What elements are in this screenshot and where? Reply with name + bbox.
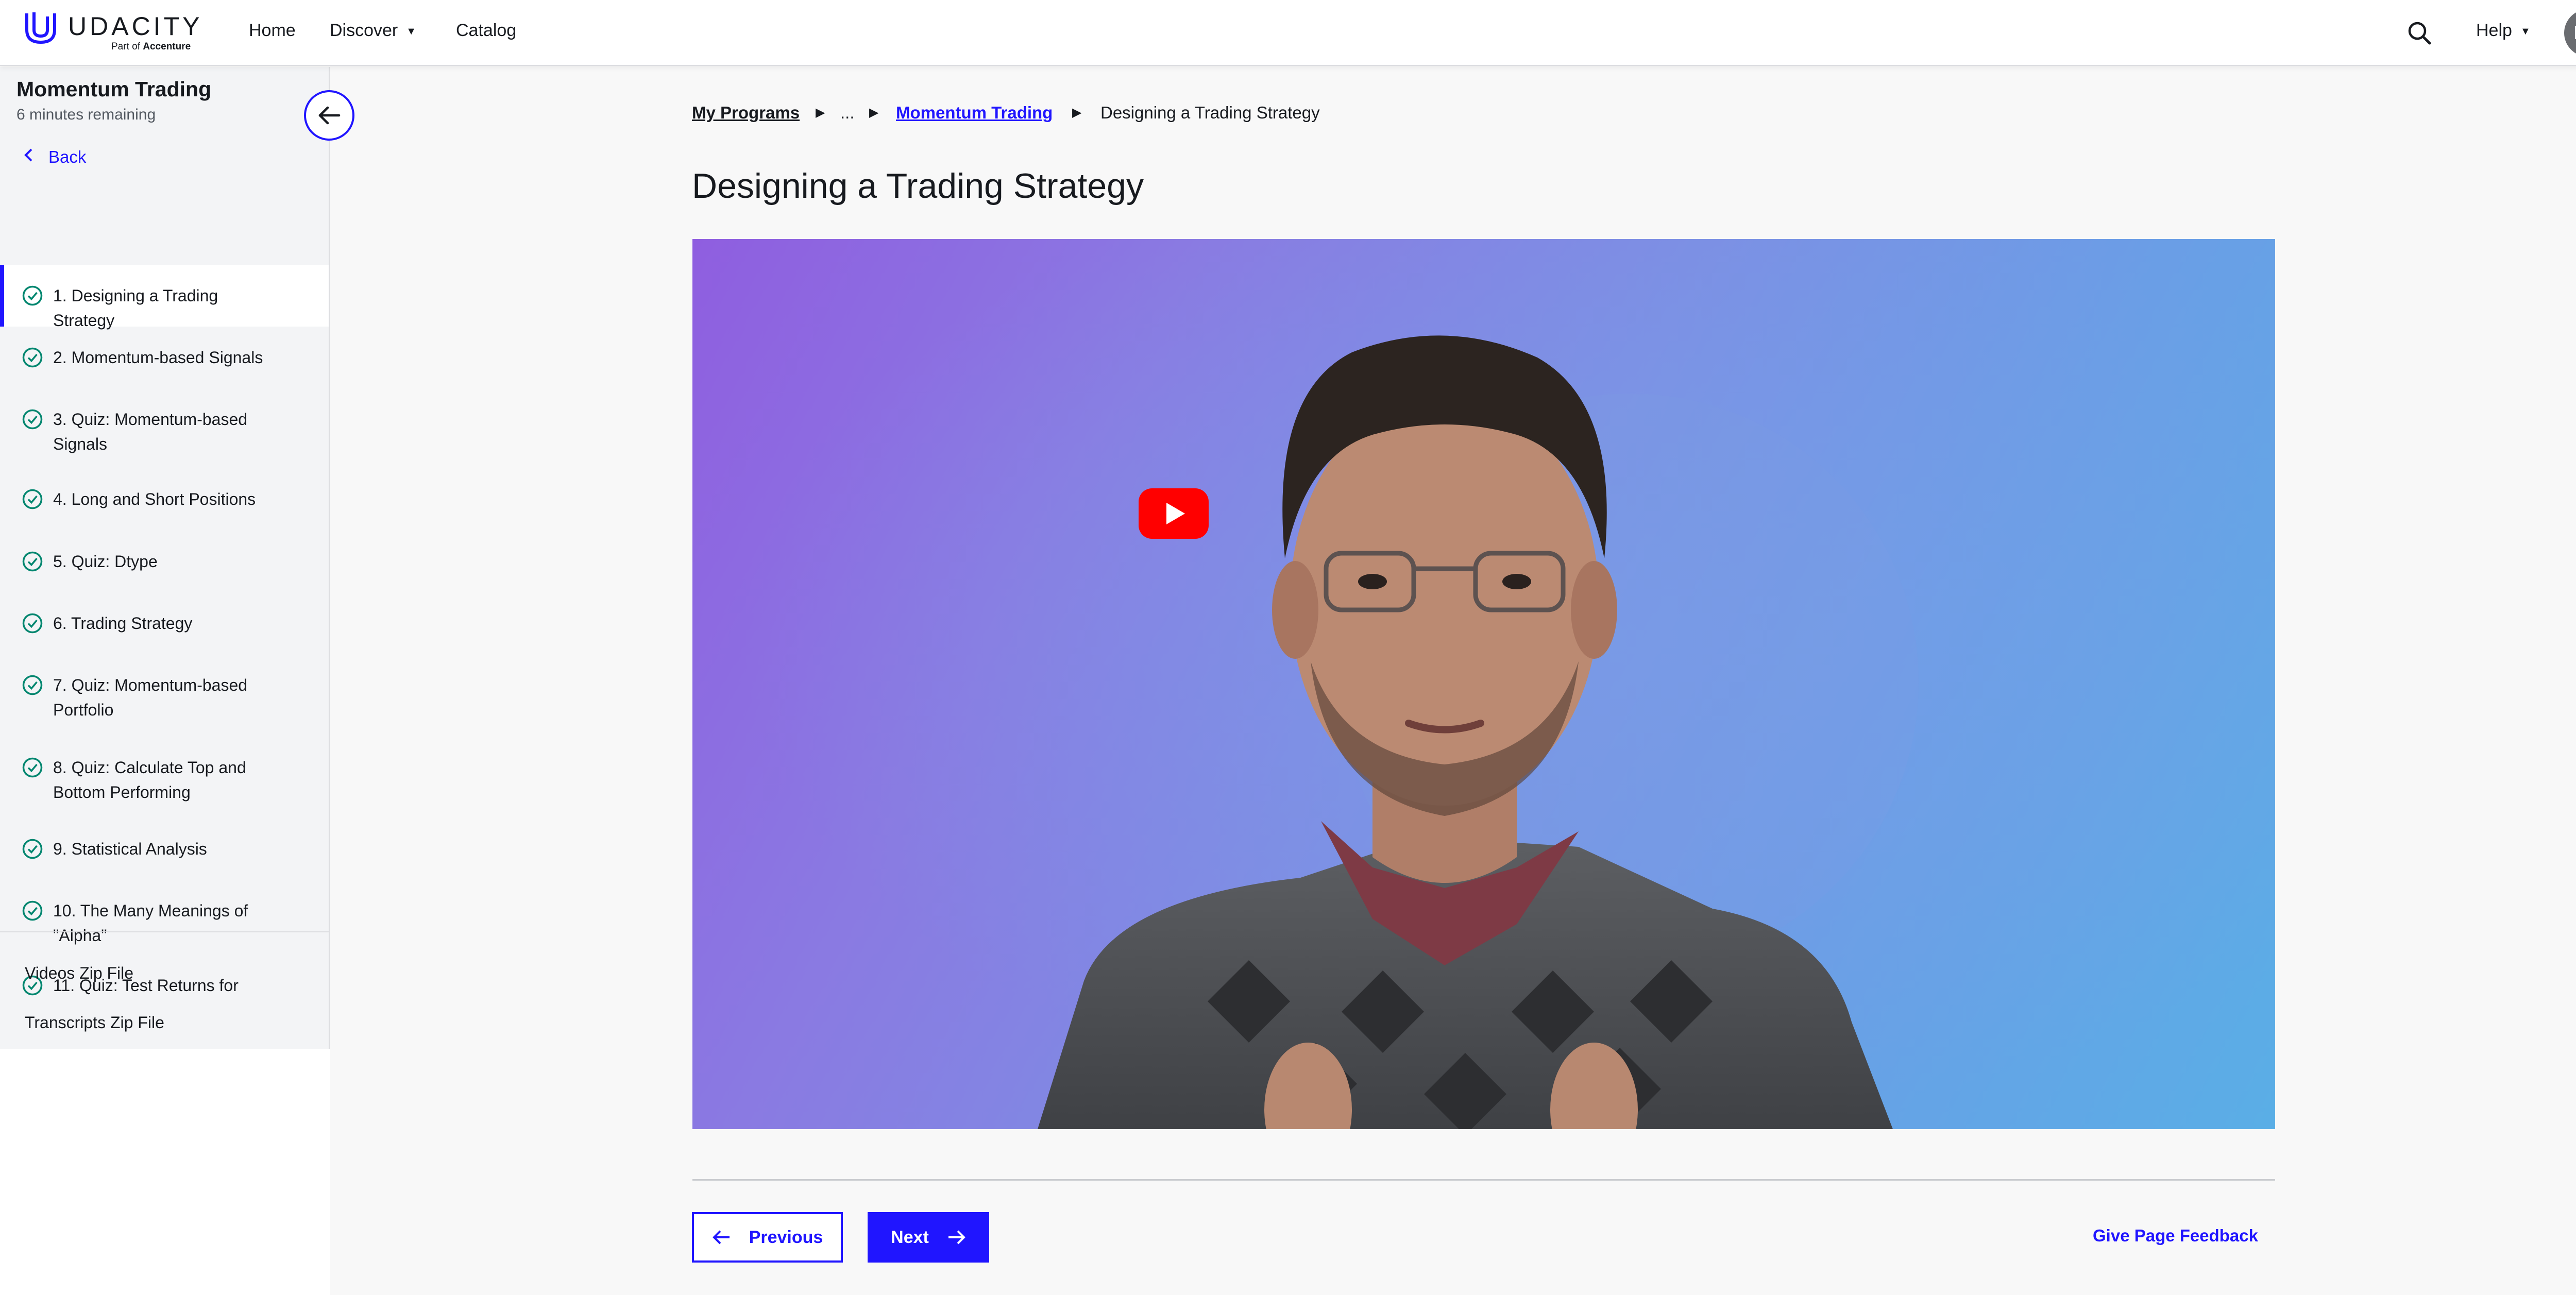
lesson-label: 7. Quiz: Momentum-based Portfolio: [53, 676, 248, 719]
breadcrumb-course[interactable]: Momentum Trading: [896, 103, 1053, 123]
lesson-item[interactable]: 5. Quiz: Dtype: [0, 535, 329, 597]
lesson-label: 10. The Many Meanings of "Alpha": [53, 901, 248, 945]
sidebar-course-title: Momentum Trading: [16, 77, 212, 101]
sidebar-divider: [0, 931, 329, 932]
page-title: Designing a Trading Strategy: [692, 166, 1144, 206]
lesson-label: 2. Momentum-based Signals: [53, 348, 263, 367]
user-avatar[interactable]: HC: [2564, 9, 2576, 57]
top-navigation-bar: UDACITY Part of Accenture Home Discover ▼…: [0, 0, 2576, 66]
lesson-item[interactable]: 6. Trading Strategy: [0, 597, 329, 659]
lesson-item[interactable]: 2. Momentum-based Signals: [0, 327, 329, 388]
breadcrumb-my-programs[interactable]: My Programs: [692, 103, 800, 123]
udacity-logo-mark-icon: [25, 12, 56, 44]
lesson-item[interactable]: 1. Designing a Trading Strategy: [0, 265, 329, 330]
lesson-list: 1. Designing a Trading Strategy 2. Momen…: [0, 198, 329, 998]
youtube-play-icon[interactable]: [1139, 488, 1209, 539]
nav-help-menu[interactable]: Help ▼: [2476, 21, 2531, 41]
lesson-label: 8. Quiz: Calculate Top and Bottom Perfor…: [53, 758, 246, 802]
check-circle-icon: [22, 285, 43, 306]
lesson-label: 5. Quiz: Dtype: [53, 552, 158, 571]
back-link[interactable]: Back: [23, 147, 86, 167]
videos-zip-link[interactable]: Videos Zip File: [25, 964, 133, 983]
lesson-video-player[interactable]: [692, 239, 2275, 1129]
lesson-item[interactable]: 8. Quiz: Calculate Top and Bottom Perfor…: [0, 744, 329, 829]
lesson-label: 3. Quiz: Momentum-based Signals: [53, 410, 248, 453]
nav-home-link[interactable]: Home: [249, 21, 296, 41]
lesson-item[interactable]: 3. Quiz: Momentum-based Signals: [0, 388, 329, 473]
lesson-label: 4. Long and Short Positions: [53, 490, 256, 508]
nav-discover-label: Discover: [330, 21, 398, 40]
lesson-label: 9. Statistical Analysis: [53, 840, 207, 858]
collapse-sidebar-button[interactable]: [304, 90, 354, 141]
breadcrumb-current: Designing a Trading Strategy: [1100, 103, 1320, 122]
chevron-left-icon: [23, 147, 34, 167]
previous-label: Previous: [749, 1227, 823, 1247]
check-circle-icon: [22, 489, 43, 509]
nav-catalog-link[interactable]: Catalog: [456, 21, 516, 41]
check-circle-icon: [22, 675, 43, 695]
instructor-video-frame: [692, 239, 2275, 1129]
arrow-left-icon: [712, 1230, 730, 1245]
check-circle-icon: [22, 900, 43, 921]
arrow-right-icon: [948, 1230, 965, 1245]
previous-button[interactable]: Previous: [692, 1212, 843, 1263]
lesson-label: 1. Designing a Trading Strategy: [53, 286, 218, 330]
check-circle-icon: [22, 551, 43, 572]
breadcrumb-ellipsis[interactable]: ...: [840, 103, 855, 123]
back-label: Back: [48, 147, 87, 166]
content-divider: [692, 1179, 2275, 1181]
sidebar-footer-space: [0, 1049, 330, 1295]
nav-discover-menu[interactable]: Discover ▼: [330, 21, 416, 41]
breadcrumb-separator-icon: ▶: [816, 106, 825, 120]
lesson-item[interactable]: 10. The Many Meanings of "Alpha": [0, 891, 329, 976]
caret-down-icon: ▼: [2520, 25, 2531, 37]
lesson-item[interactable]: 4. Long and Short Positions: [0, 473, 329, 535]
next-button[interactable]: Next: [868, 1212, 989, 1263]
breadcrumb-separator-icon: ▶: [869, 106, 879, 120]
lesson-item[interactable]: 9. Statistical Analysis: [0, 829, 329, 891]
check-circle-icon: [22, 613, 43, 634]
udacity-logo[interactable]: UDACITY Part of Accenture: [23, 9, 208, 56]
search-icon[interactable]: [2407, 21, 2432, 45]
udacity-wordmark: UDACITY: [68, 12, 203, 41]
transcripts-zip-link[interactable]: Transcripts Zip File: [25, 1013, 164, 1032]
lesson-item[interactable]: 7. Quiz: Momentum-based Portfolio: [0, 659, 329, 744]
check-circle-icon: [22, 839, 43, 859]
tagline-company: Accenture: [143, 41, 191, 52]
give-page-feedback-link[interactable]: Give Page Feedback: [2093, 1226, 2258, 1246]
tagline-prefix: Part of: [111, 41, 140, 52]
logo-tagline: Part of Accenture: [111, 41, 191, 53]
lesson-label: 6. Trading Strategy: [53, 614, 193, 633]
time-remaining: 6 minutes remaining: [16, 106, 156, 123]
check-circle-icon: [22, 409, 43, 430]
arrow-left-icon: [318, 106, 341, 125]
check-circle-icon: [22, 757, 43, 778]
lesson-sidebar: Momentum Trading 6 minutes remaining Bac…: [0, 67, 330, 1049]
caret-down-icon: ▼: [406, 25, 417, 37]
next-label: Next: [891, 1227, 929, 1247]
nav-help-label: Help: [2476, 21, 2512, 40]
check-circle-icon: [22, 347, 43, 368]
breadcrumb-separator-icon: ▶: [1072, 106, 1082, 120]
